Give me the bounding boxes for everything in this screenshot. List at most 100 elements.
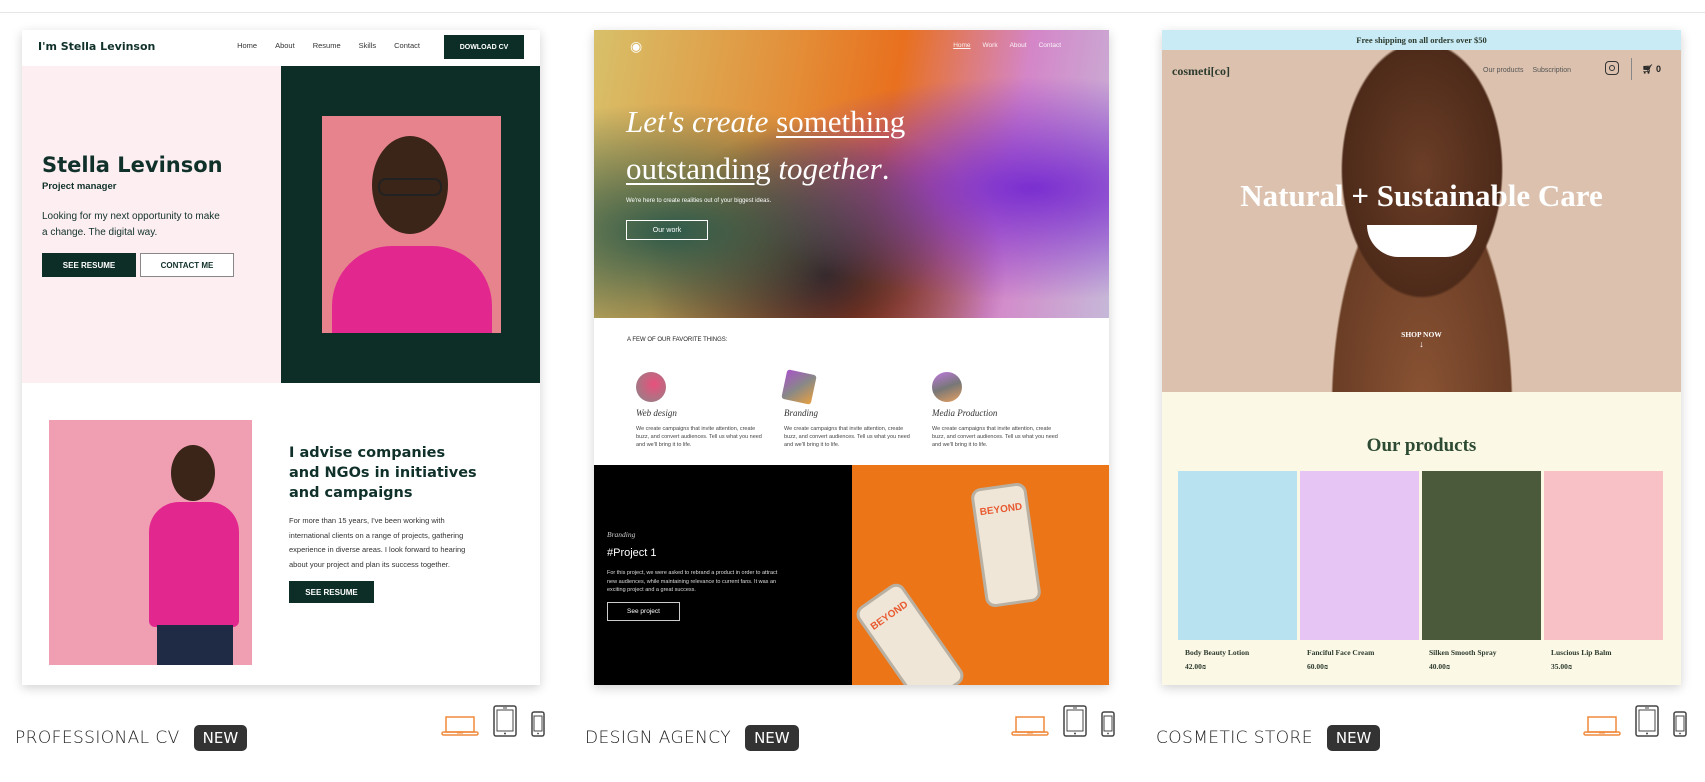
cv-nav-skills[interactable]: Skills [359, 41, 377, 50]
label-design-agency: DESIGN AGENCY NEW [585, 715, 799, 760]
can-image: BEYOND [969, 481, 1043, 609]
product-price: 40.00₪ [1429, 662, 1451, 671]
products-heading: Our products [1366, 435, 1477, 456]
can-label: BEYOND [979, 501, 1024, 519]
product-price: 42.00₪ [1185, 662, 1207, 671]
agency-our-work-button[interactable]: Our work [626, 220, 708, 240]
laptop-icon[interactable] [441, 715, 479, 737]
template-preview-cosmetic-store[interactable]: Free shipping on all orders over $50 cos… [1162, 30, 1681, 685]
instagram-lens [1609, 64, 1615, 71]
hero-smile [1367, 225, 1477, 257]
heading-part: outstanding [626, 151, 771, 186]
phone-icon[interactable] [1673, 711, 1687, 737]
product-image [1300, 471, 1419, 640]
cv-nav-links: Home About Resume Skills Contact [237, 41, 420, 50]
cv-about-body: For more than 15 years, I've been workin… [289, 516, 466, 569]
heading-part: something [776, 104, 906, 139]
agency-nav-about[interactable]: About [1010, 42, 1027, 49]
cv-logo: I'm Stella Levinson [38, 40, 156, 53]
web-design-icon [636, 372, 666, 402]
cv-portrait-image [322, 116, 501, 333]
heading-part: together [770, 151, 882, 186]
product-card[interactable]: Fanciful Face Cream 60.00₪ [1300, 471, 1419, 671]
agency-nav-contact[interactable]: Contact [1039, 42, 1061, 49]
cv-portrait-shirt [332, 246, 492, 333]
template-title[interactable]: COSMETIC STORE [1156, 728, 1313, 748]
agency-hero-subtitle: We're here to create realities out of yo… [626, 198, 772, 204]
cv-hero-right [281, 66, 540, 383]
product-card[interactable]: Silken Smooth Spray 40.00₪ [1422, 471, 1541, 671]
cart-count: 0 [1655, 64, 1661, 74]
agency-hero-heading: Let's create something outstanding toget… [626, 98, 905, 192]
cart-button[interactable]: 🛒︎ 0 [1642, 64, 1661, 75]
laptop-icon[interactable] [1011, 715, 1049, 737]
cv-nav-contact[interactable]: Contact [394, 41, 420, 50]
device-switcher-cv [441, 705, 545, 737]
cv-nav-about[interactable]: About [275, 41, 295, 50]
tablet-icon[interactable] [1635, 705, 1659, 737]
label-cosmetic-store: COSMETIC STORE NEW [1156, 715, 1381, 760]
cv-contact-me-button[interactable]: CONTACT ME [140, 253, 234, 277]
nav-our-products[interactable]: Our products [1483, 67, 1523, 74]
cv-about-image [49, 420, 252, 665]
top-divider [0, 12, 1705, 13]
nav-divider [1631, 58, 1632, 80]
product-name: Fanciful Face Cream [1307, 648, 1375, 657]
template-title[interactable]: DESIGN AGENCY [585, 728, 731, 748]
agency-service-branding: Branding We create campaigns that invite… [781, 369, 914, 449]
cv-about-head [171, 445, 215, 501]
cv-hero-name: Stella Levinson [42, 153, 223, 177]
media-production-icon [932, 372, 962, 402]
agency-nav: Home Work About Contact [953, 42, 1061, 49]
cv-about-see-resume-button[interactable]: SEE RESUME [289, 581, 374, 603]
nav-subscription[interactable]: Subscription [1532, 67, 1571, 74]
template-preview-design-agency[interactable]: ◉ Home Work About Contact Let's create s… [594, 30, 1109, 685]
device-switcher-agency [1011, 705, 1115, 737]
cv-portrait-glasses [378, 178, 442, 196]
agency-service-web-design: Web design We create campaigns that invi… [636, 372, 766, 449]
see-project-button[interactable]: See project [607, 602, 680, 621]
phone-icon[interactable] [531, 711, 545, 737]
laptop-icon[interactable] [1583, 715, 1621, 737]
product-name: Silken Smooth Spray [1429, 648, 1497, 657]
phone-icon[interactable] [1101, 711, 1115, 737]
cv-hero-tagline: Looking for my next opportunity to make … [42, 211, 220, 238]
agency-favorites-heading: A FEW OF OUR FAVORITE THINGS: [627, 337, 728, 343]
service-title: Web design [636, 408, 677, 418]
agency-project-panel: Branding #Project 1 For this project, we… [594, 465, 852, 685]
can-image: BEYOND [852, 579, 968, 685]
cv-navbar: I'm Stella Levinson Home About Resume Sk… [22, 30, 540, 66]
project-category: Branding [607, 530, 636, 539]
agency-nav-home[interactable]: Home [953, 42, 970, 49]
service-title: Media Production [932, 408, 998, 418]
cv-nav-resume[interactable]: Resume [313, 41, 341, 50]
template-title[interactable]: PROFESSIONAL CV [15, 728, 180, 748]
product-card[interactable]: Luscious Lip Balm 35.00₪ [1544, 471, 1663, 671]
new-badge: NEW [745, 724, 799, 751]
tablet-icon[interactable] [493, 705, 517, 737]
cv-see-resume-button[interactable]: SEE RESUME [42, 253, 136, 277]
product-card[interactable]: Body Beauty Lotion 42.00₪ [1178, 471, 1297, 671]
instagram-icon[interactable] [1605, 61, 1619, 75]
agency-project-image: BEYOND BEYOND [852, 465, 1109, 685]
product-name: Luscious Lip Balm [1551, 648, 1612, 657]
can-label: BEYOND [868, 599, 911, 633]
cv-download-button[interactable]: DOWLOAD CV [444, 35, 524, 59]
product-image [1422, 471, 1541, 640]
product-price: 60.00₪ [1307, 662, 1329, 671]
template-preview-professional-cv[interactable]: I'm Stella Levinson Home About Resume Sk… [22, 30, 540, 685]
agency-nav-work[interactable]: Work [983, 42, 998, 49]
shop-now-link[interactable]: SHOP NOW ↓ [1162, 330, 1681, 349]
new-badge: NEW [193, 724, 248, 751]
tablet-icon[interactable] [1063, 705, 1087, 737]
cv-nav-home[interactable]: Home [237, 41, 257, 50]
cv-about-jeans [157, 625, 233, 665]
cosmetic-hero-title: Natural + Sustainable Care [1240, 178, 1603, 213]
shop-now-label: SHOP NOW [1401, 330, 1442, 339]
heading-part: . [881, 151, 890, 186]
product-image [1544, 471, 1663, 640]
cosmetic-logo[interactable]: cosmeti[co] [1172, 64, 1230, 79]
project-title: #Project 1 [607, 547, 657, 559]
service-title: Branding [784, 408, 819, 418]
project-text: For this project, we were asked to rebra… [607, 570, 778, 593]
